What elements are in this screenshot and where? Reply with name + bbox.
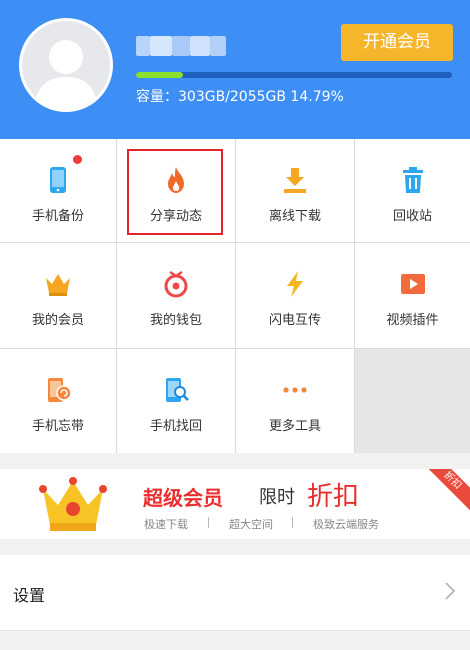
tool-label: 手机忘带 — [31, 419, 84, 434]
empty-grid-cell — [355, 349, 470, 453]
open-vip-button[interactable]: 开通会员 — [341, 24, 453, 61]
lightning-icon — [287, 271, 303, 297]
username-blurred — [136, 36, 226, 56]
discount-ribbon: 折扣 — [418, 469, 470, 515]
profile-header: 开通会员 容量：303GB/2055GB 14.79% — [0, 0, 470, 139]
notification-badge — [73, 155, 82, 164]
tool-label: 更多工具 — [268, 419, 321, 434]
promo-feature: 超大空间 — [229, 518, 273, 531]
tool-label: 我的会员 — [31, 313, 84, 328]
divider — [0, 630, 470, 631]
tool-video-plugin[interactable]: 视频插件 — [355, 243, 470, 348]
tool-offline-download[interactable]: 离线下载 — [236, 139, 354, 242]
avatar[interactable] — [19, 18, 113, 112]
more-dots-icon — [283, 387, 307, 393]
selected-highlight-box — [127, 149, 223, 235]
tool-label: 手机找回 — [149, 419, 202, 434]
tool-label: 闪电互传 — [268, 313, 321, 328]
tool-flash-transfer[interactable]: 闪电互传 — [236, 243, 354, 348]
tools-grid: 手机备份 分享动态 离线下载 回收站 我的会员 我的钱包 闪电互传 视频插件 手… — [0, 139, 470, 453]
tool-my-wallet[interactable]: 我的钱包 — [117, 243, 235, 348]
tool-label: 回收站 — [392, 209, 432, 224]
phone-backup-icon — [50, 167, 66, 193]
tool-phone-backup[interactable]: 手机备份 — [0, 139, 116, 242]
tool-recycle-bin[interactable]: 回收站 — [355, 139, 470, 242]
tool-label: 视频插件 — [386, 313, 439, 328]
tool-my-vip[interactable]: 我的会员 — [0, 243, 116, 348]
promo-feature: 极致云端服务 — [313, 518, 379, 531]
trash-icon — [402, 167, 423, 193]
chevron-right-icon — [445, 582, 456, 600]
promo-divider — [208, 517, 209, 528]
tool-label: 手机备份 — [31, 209, 84, 224]
promo-feature: 极速下载 — [144, 518, 188, 531]
tool-phone-recover[interactable]: 手机找回 — [117, 349, 235, 453]
tool-phone-forgot[interactable]: 手机忘带 — [0, 349, 116, 453]
settings-label: 设置 — [13, 586, 46, 605]
promo-limited-text: 限时 — [259, 487, 295, 508]
video-play-icon — [400, 274, 425, 294]
promo-divider — [292, 517, 293, 528]
download-icon — [284, 168, 306, 193]
storage-progress-bar — [136, 72, 452, 78]
tool-label: 离线下载 — [268, 209, 321, 224]
super-vip-banner[interactable]: 超级会员 限时 折扣 极速下载 超大空间 极致云端服务 折扣 — [0, 469, 470, 539]
tool-more-tools[interactable]: 更多工具 — [236, 349, 354, 453]
phone-search-icon — [166, 378, 189, 402]
capacity-text: 容量：303GB/2055GB 14.79% — [136, 89, 344, 105]
wallet-icon — [164, 270, 188, 298]
crown-icon — [39, 477, 107, 531]
promo-title: 超级会员 — [143, 486, 223, 510]
tool-label: 我的钱包 — [149, 313, 202, 328]
storage-progress-fill — [136, 72, 183, 78]
settings-row[interactable]: 设置 — [0, 555, 470, 630]
phone-forgot-icon — [48, 378, 72, 402]
default-user-icon — [34, 40, 98, 109]
promo-discount-text: 折扣 — [307, 482, 360, 512]
crown-icon — [46, 274, 70, 296]
